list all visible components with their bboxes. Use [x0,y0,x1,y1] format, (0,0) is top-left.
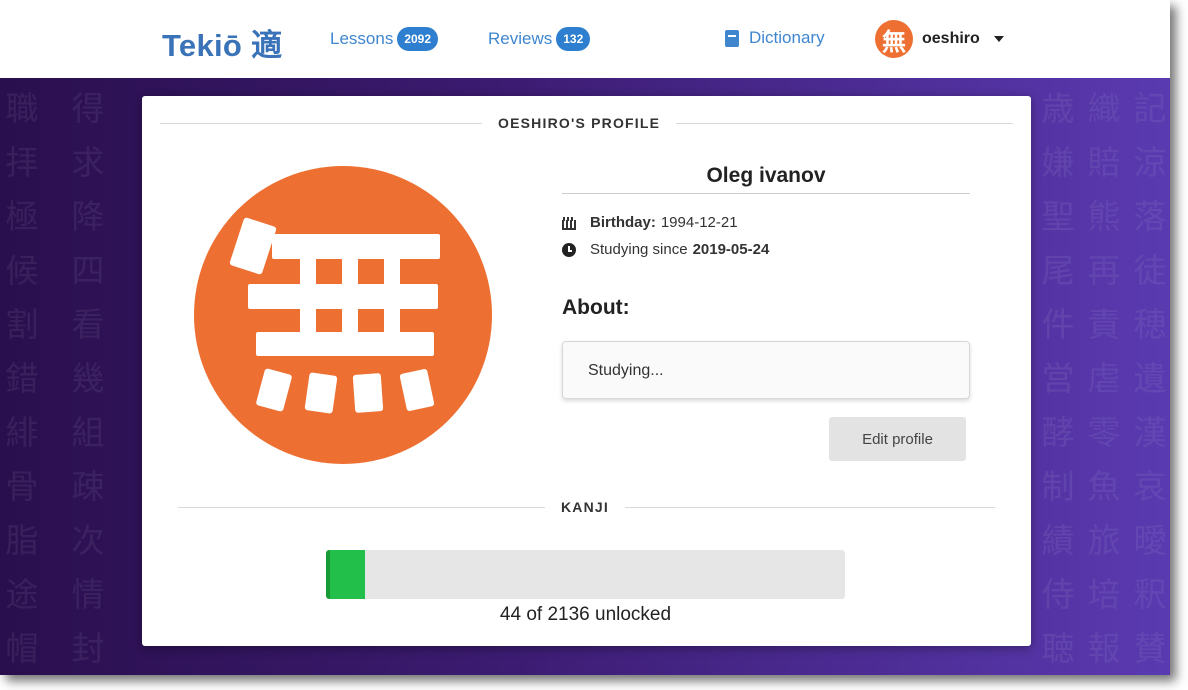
username: oeshiro [922,30,980,47]
mu-kanji-icon [229,217,440,414]
lessons-count-badge: 2092 [397,27,439,51]
dictionary-link[interactable]: Dictionary [725,28,825,48]
studying-label: Studying since [590,241,688,258]
reviews-label: Reviews [488,29,553,48]
profile-card: OESHIRO'S PROFILE Oleg ivanov Birthday: … [142,96,1031,646]
reviews-count-badge: 132 [556,27,591,51]
dictionary-label: Dictionary [749,28,825,47]
kanji-section-title: KANJI [545,499,626,515]
name-divider [562,193,970,194]
profile-name: Oleg ivanov [706,164,826,187]
top-navbar: Tekiō 適 Lessons 2092 Reviews 132 Diction… [0,0,1170,78]
kanji-progress-bar [326,550,845,599]
lessons-label: Lessons [330,29,394,48]
birthday-row: Birthday: 1994-12-21 [562,214,738,231]
clock-icon [562,242,576,257]
profile-section-title: OESHIRO'S PROFILE [482,115,677,131]
bg-kanji-col: 職拝極候割錯緋骨脂途帽 [5,89,39,668]
bg-kanji-col: 織賠熊再責虐零魚旅培報 [1087,89,1121,668]
bg-kanji-col: 歳嫌聖尾件営酵制績侍聴 [1041,89,1075,668]
studying-row: Studying since 2019-05-24 [562,241,769,258]
about-text: Studying... [562,341,970,399]
kanji-progress-text: 44 of 2136 unlocked [499,604,672,625]
lessons-link[interactable]: Lessons 2092 [330,27,439,51]
birthday-cake-icon [562,216,576,230]
bg-kanji-col: 得求降四看幾組疎次情封 [71,89,105,668]
birthday-value: 1994-12-21 [660,214,738,231]
edit-profile-button[interactable]: Edit profile [829,417,966,461]
about-label: About: [562,296,630,319]
brand-logo[interactable]: Tekiō 適 [162,20,282,65]
user-avatar: 無 [875,20,913,58]
app-window: Tekiō 適 Lessons 2092 Reviews 132 Diction… [0,0,1170,675]
bg-kanji-col: 記涼落徒穂遺漢哀曖釈賛 [1133,89,1167,668]
birthday-label: Birthday: [590,214,656,231]
studying-value: 2019-05-24 [692,241,770,258]
user-menu[interactable]: 無 oeshiro [875,20,1004,58]
caret-down-icon [993,36,1004,42]
reviews-link[interactable]: Reviews 132 [488,27,591,51]
kanji-progress-fill [326,550,365,599]
profile-avatar [194,166,492,464]
book-icon [725,29,739,47]
